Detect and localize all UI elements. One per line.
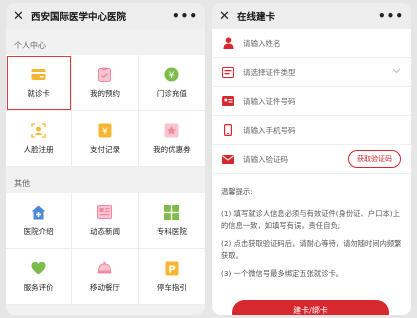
tip-item: (3) 一个微信号最多绑定五张就诊卡。 [221,269,344,278]
menu-item-label: 我的预约 [89,88,120,98]
name-field-placeholder: 请输入姓名 [243,38,281,48]
menu-item-label: 门诊充值 [156,88,187,98]
personal-grid: 就诊卡 我的预约 ¥ 门诊充值 人脸注册 ¥ 支付记录 我的优惠券 [6,55,205,167]
page-title: 在线建卡 [237,12,276,23]
card-form: 请输入姓名 请选择证件类型 请输入证件号码 请输入手机号码 请输入验证码 获取验… [212,29,411,174]
more-icon[interactable]: ••• [172,9,198,23]
menu-item-specialty-hospitals[interactable]: 专科医院 [138,193,205,249]
menu-item-my-coupons[interactable]: 我的优惠券 [138,111,205,167]
title-bar: ✕ 西安国际医学中心医院 ••• [6,3,205,29]
menu-item-label: 人脸注册 [23,144,54,154]
hospital-icon [31,205,46,220]
menu-item-clinic-card[interactable]: 就诊卡 [6,55,73,111]
menu-item-label: 医院介绍 [23,226,54,236]
mail-icon [222,153,234,165]
svg-text:¥: ¥ [169,71,175,81]
create-card-button[interactable]: 建卡/绑卡 [232,300,389,315]
tip-item: (2) 点击获取验证码后，请耐心等待，请勿随时间内频繁获取。 [221,239,402,260]
title-bar: ✕ 在线建卡 ••• [212,3,411,29]
phone-field-placeholder: 请输入手机号码 [243,125,296,135]
grid-icon [164,204,180,220]
phone-field[interactable]: 请输入手机号码 [212,116,411,145]
menu-item-hospital-intro[interactable]: 医院介绍 [6,193,73,249]
section-label-personal: 个人中心 [14,41,46,50]
person-icon [222,37,234,49]
tips-panel: 温馨提示: (1) 填写就诊人信息必须与有效证件(身份证、户口本)上的信息一致，… [212,174,411,315]
verification-code-placeholder: 请输入验证码 [243,154,288,164]
id-card-icon [222,95,234,107]
card-icon [31,67,46,82]
heart-icon [31,261,46,276]
tips-title: 温馨提示: [221,187,253,196]
menu-item-label: 支付记录 [89,144,120,154]
yuan-icon: ¥ [164,67,179,82]
more-icon[interactable]: ••• [378,9,404,23]
id-number-placeholder: 请输入证件号码 [243,96,296,106]
menu-item-label: 服务评价 [23,282,54,292]
menu-item-outpatient-topup[interactable]: ¥ 门诊充值 [138,55,205,111]
menu-item-label: 我的优惠券 [153,144,191,154]
phone-icon [222,124,234,136]
id-number-field[interactable]: 请输入证件号码 [212,87,411,116]
svg-text:¥: ¥ [102,127,108,137]
id-type-placeholder: 请选择证件类型 [243,67,296,77]
dish-icon [97,261,112,276]
close-icon[interactable]: ✕ [219,10,233,23]
menu-item-label: 停车指引 [156,282,187,292]
page-title: 西安国际医学中心医院 [31,12,127,23]
section-label-other: 其他 [14,179,30,188]
verification-code-field[interactable]: 请输入验证码 获取验证码 [212,145,411,174]
menu-item-service-review[interactable]: 服务评价 [6,249,73,305]
chevron-down-icon [392,68,401,76]
hospital-home-screen: ✕ 西安国际医学中心医院 ••• 个人中心 就诊卡 我的预约 ¥ 门诊充值 人脸… [6,3,205,315]
parking-icon: P [164,261,179,276]
menu-item-payment-records[interactable]: ¥ 支付记录 [72,111,139,167]
svg-text:P: P [168,264,175,275]
news-icon [97,205,113,220]
id-type-select[interactable]: 请选择证件类型 [212,58,411,87]
other-grid: 医院介绍 动态新闻 专科医院 服务评价 移动餐厅 P 停车指引 [6,193,205,305]
id-type-icon [222,66,234,78]
get-code-button[interactable]: 获取验证码 [348,150,401,168]
menu-item-label: 移动餐厅 [89,282,120,292]
menu-item-mobile-canteen[interactable]: 移动餐厅 [72,249,139,305]
menu-item-parking-guide[interactable]: P 停车指引 [138,249,205,305]
payment-icon: ¥ [97,123,112,138]
menu-item-label: 就诊卡 [27,88,50,98]
menu-item-news[interactable]: 动态新闻 [72,193,139,249]
online-card-screen: ✕ 在线建卡 ••• 请输入姓名 请选择证件类型 请输入证件号码 请输入手机号码… [212,3,411,315]
close-icon[interactable]: ✕ [13,10,27,23]
clipboard-icon [97,67,112,82]
coupon-icon [164,123,179,138]
name-field[interactable]: 请输入姓名 [212,29,411,58]
menu-item-label: 专科医院 [156,226,187,236]
menu-item-face-registration[interactable]: 人脸注册 [6,111,73,167]
face-icon [31,122,46,138]
menu-item-label: 动态新闻 [89,226,120,236]
tip-item: (1) 填写就诊人信息必须与有效证件(身份证、户口本)上的信息一致，如填写有误，… [221,209,400,230]
menu-item-my-appointments[interactable]: 我的预约 [72,55,139,111]
